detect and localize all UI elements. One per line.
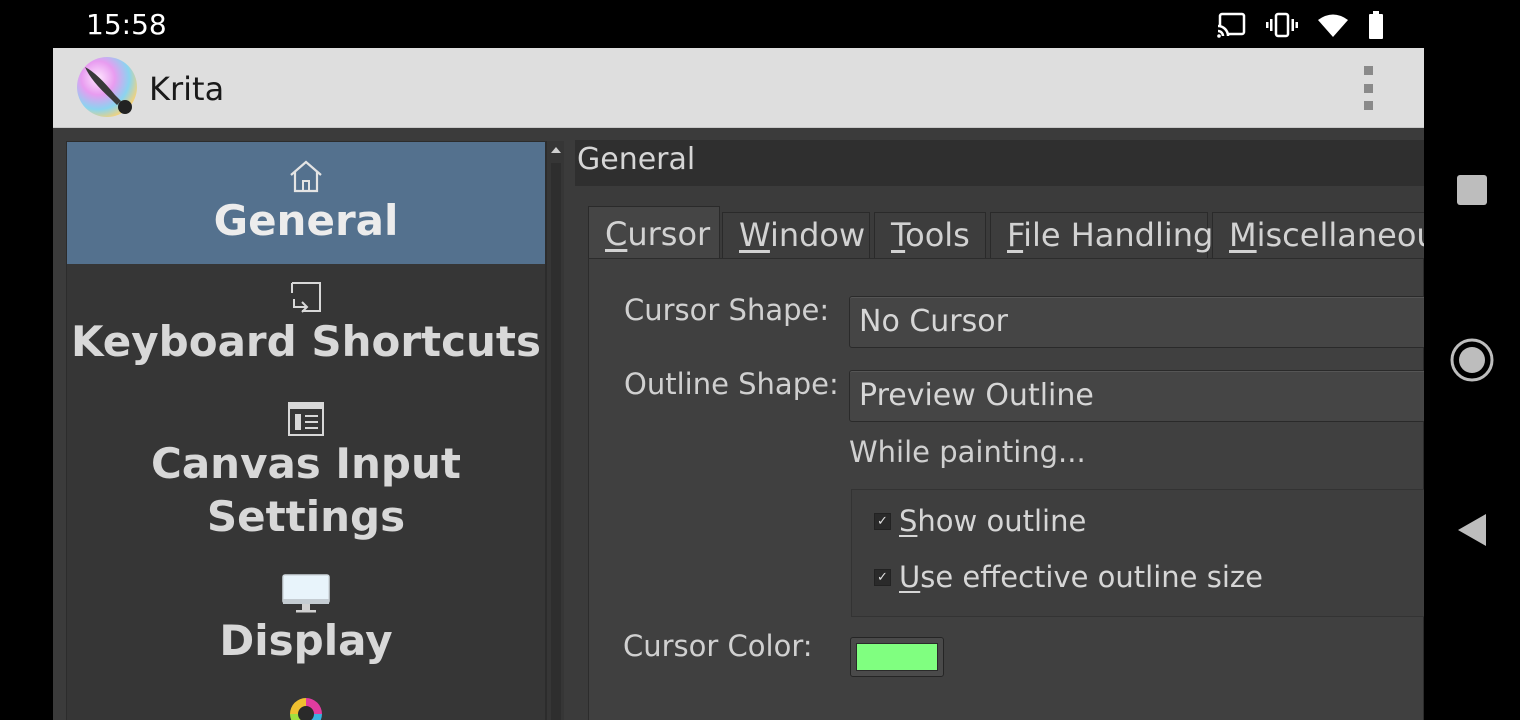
tab-miscellaneous[interactable]: Miscellaneous (1212, 212, 1424, 258)
cursor-color-swatch (856, 643, 938, 671)
effective-outline-checkbox-row[interactable]: ✓ Use effective outline size (874, 560, 1263, 594)
status-icons (1216, 10, 1384, 40)
preferences-body: General Keyboard Shortcuts Canvas Input … (53, 128, 1424, 720)
cursor-tab-content: Cursor Shape: No Cursor Outline Shape: P… (588, 258, 1424, 720)
label-text: how outline (917, 504, 1087, 538)
sidebar-item-label: Canvas Input (151, 439, 461, 488)
outline-shape-label: Outline Shape: (624, 367, 839, 401)
app-titlebar: Krita (53, 48, 1424, 128)
tab-label: ile Handling (1023, 216, 1214, 254)
monitor-icon (282, 574, 330, 613)
recents-button[interactable] (1448, 166, 1496, 214)
sidebar-item-keyboard-shortcuts[interactable]: Keyboard Shortcuts (67, 279, 545, 385)
scroll-track[interactable] (551, 163, 561, 720)
settings-tabs: Cursor Window Tools File Handling Miscel… (588, 206, 1424, 260)
back-button[interactable] (1448, 506, 1496, 554)
app-window: Krita General Keyboard Shortcuts Canvas … (53, 48, 1424, 720)
tab-window[interactable]: Window (722, 212, 870, 258)
color-wheel-icon (290, 698, 322, 720)
while-painting-group: ✓ Show outline ✓ Use effective outline s… (851, 489, 1424, 617)
sidebar-item-label: General (213, 196, 399, 245)
sidebar-item-label: Settings (206, 492, 406, 541)
sidebar-item-label: Keyboard Shortcuts (71, 317, 541, 366)
canvas-input-icon (288, 402, 324, 436)
label-text: se effective outline size (920, 560, 1263, 594)
overflow-menu-icon[interactable] (1357, 66, 1379, 110)
cursor-color-label: Cursor Color: (623, 629, 813, 663)
vibrate-icon (1266, 12, 1298, 38)
show-outline-checkbox[interactable]: ✓ (874, 512, 891, 530)
show-outline-label: Show outline (899, 504, 1086, 538)
krita-logo (77, 57, 137, 117)
home-icon (290, 160, 322, 193)
cast-icon (1216, 12, 1246, 38)
back-icon (1458, 514, 1486, 546)
tab-tools[interactable]: Tools (874, 212, 986, 258)
home-circle-icon (1450, 338, 1494, 382)
page-title: General (575, 140, 1424, 186)
scroll-up-arrow-icon[interactable] (547, 141, 565, 159)
recents-icon (1457, 175, 1487, 205)
show-outline-checkbox-row[interactable]: ✓ Show outline (874, 504, 1086, 538)
tab-cursor[interactable]: Cursor (588, 206, 720, 260)
cursor-color-button[interactable] (850, 637, 944, 677)
cursor-shape-label: Cursor Shape: (624, 293, 830, 327)
screen: 15:58 Krita General Keyboard Shortcuts C… (0, 0, 1520, 720)
app-title: Krita (149, 70, 225, 108)
battery-icon (1369, 11, 1383, 39)
sidebar-scrollbar[interactable] (546, 141, 564, 720)
tab-mnemonic: M (1229, 216, 1257, 254)
cursor-shape-select[interactable]: No Cursor (849, 296, 1424, 348)
android-nav-bar (1424, 48, 1520, 720)
effective-outline-label: Use effective outline size (899, 560, 1263, 594)
outline-shape-select[interactable]: Preview Outline (849, 370, 1424, 422)
tab-label: indow (769, 216, 866, 254)
effective-outline-checkbox[interactable]: ✓ (874, 568, 891, 586)
shortcut-icon (291, 282, 321, 313)
status-time: 15:58 (86, 8, 167, 41)
tab-mnemonic: W (739, 216, 770, 254)
sidebar-item-general[interactable]: General (67, 142, 545, 264)
tab-mnemonic: F (1007, 216, 1024, 254)
sidebar-item-color[interactable] (67, 694, 545, 720)
tab-file-handling[interactable]: File Handling (990, 212, 1213, 258)
tab-mnemonic: T (891, 216, 906, 254)
while-painting-label: While painting... (849, 435, 1086, 469)
mnemonic: U (899, 560, 921, 594)
tab-label: ursor (627, 215, 711, 253)
mnemonic: S (899, 504, 918, 538)
tab-label: iscellaneous (1256, 216, 1424, 254)
sidebar-item-label: Display (219, 616, 393, 665)
sidebar-item-canvas-input-settings[interactable]: Canvas Input Settings (67, 401, 545, 555)
status-bar: 15:58 (0, 0, 1520, 48)
sidebar-item-display[interactable]: Display (67, 574, 545, 680)
tab-mnemonic: C (605, 215, 628, 253)
preferences-sidebar: General Keyboard Shortcuts Canvas Input … (66, 141, 546, 720)
wifi-icon (1318, 14, 1348, 37)
tab-label: ools (905, 216, 970, 254)
home-button[interactable] (1448, 336, 1496, 384)
